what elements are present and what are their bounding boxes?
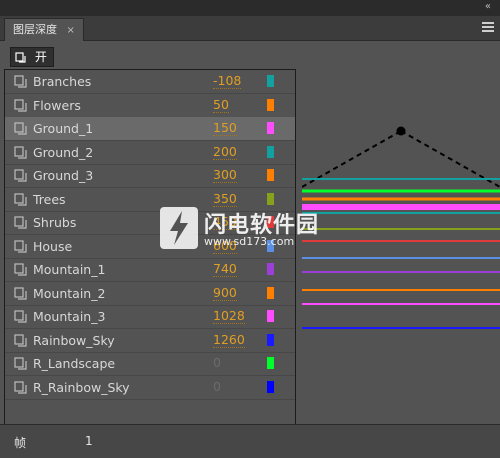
layer-name: R_Rainbow_Sky — [33, 379, 130, 395]
collapse-panel-icon[interactable]: « — [485, 1, 491, 12]
layer-name: Rainbow_Sky — [33, 332, 115, 348]
layer-stack-icon — [15, 51, 26, 63]
layer-icon — [14, 192, 27, 206]
toggle-label: 开 — [34, 50, 47, 64]
layer-color-swatch[interactable] — [267, 286, 274, 299]
layer-icon — [14, 75, 27, 88]
layer-icon — [14, 122, 27, 135]
layer-color-swatch[interactable] — [267, 75, 274, 87]
layer-name: Ground_1 — [33, 121, 94, 136]
layer-row[interactable]: Flowers 50 — [5, 94, 295, 118]
layer-row[interactable]: Mountain_2 900 — [5, 282, 295, 306]
layer-depth-value[interactable]: 740 — [213, 262, 237, 277]
camera-point — [396, 126, 406, 136]
layer-row[interactable]: Mountain_3 1028 — [5, 305, 295, 329]
layer-icon — [14, 169, 27, 182]
layer-icon — [14, 310, 27, 323]
watermark-url: www.sd173.com — [204, 235, 295, 248]
layer-name: House — [33, 238, 73, 254]
layer-icon — [14, 98, 27, 112]
watermark: 闪电软件园 www.sd173.com — [160, 207, 330, 251]
toolbar: 开 — [0, 41, 500, 67]
depth-preview — [302, 69, 500, 423]
layer-name: R_Landscape — [33, 356, 116, 371]
layer-depth-value[interactable]: 0 — [213, 356, 221, 371]
layer-color-swatch[interactable] — [267, 333, 274, 346]
status-bar: 帧 1 — [0, 424, 500, 458]
close-tab-icon[interactable]: × — [67, 25, 75, 36]
layer-depth-toggle-button[interactable]: 开 — [10, 47, 54, 67]
layer-icon — [14, 333, 27, 347]
layer-row[interactable]: Mountain_1 740 — [5, 258, 295, 282]
layer-row[interactable]: Ground_3 300 — [5, 164, 295, 188]
layer-name: Mountain_1 — [33, 262, 106, 277]
layer-depth-value[interactable]: 150 — [213, 121, 237, 136]
layer-color-swatch[interactable] — [267, 310, 274, 322]
frame-label: 帧 — [14, 436, 27, 450]
layer-row[interactable]: R_Rainbow_Sky 0 — [5, 376, 295, 400]
layer-name: Mountain_3 — [33, 309, 106, 324]
layer-depth-value[interactable]: 1028 — [213, 309, 245, 324]
layer-depth-value[interactable]: 300 — [213, 168, 237, 183]
layer-color-swatch[interactable] — [267, 263, 274, 275]
panel-tab-bar: 图层深度 × — [0, 16, 500, 41]
layer-icon — [14, 263, 27, 276]
layer-icon — [14, 145, 27, 159]
layer-name: Branches — [33, 74, 92, 89]
layer-depth-value[interactable]: 0 — [213, 379, 221, 395]
panel-top-strip: « — [0, 0, 500, 16]
tab-title: 图层深度 — [13, 23, 57, 36]
layer-color-swatch[interactable] — [267, 122, 274, 134]
layer-depth-value[interactable]: 900 — [213, 285, 237, 301]
layer-name: Ground_3 — [33, 168, 94, 183]
layer-icon — [14, 357, 27, 370]
layer-color-swatch[interactable] — [267, 169, 274, 181]
layer-name: Trees — [33, 191, 66, 207]
lightning-logo-icon — [160, 207, 198, 249]
layer-name: Mountain_2 — [33, 285, 106, 301]
layer-name: Flowers — [33, 97, 81, 113]
layer-depth-value[interactable]: 50 — [213, 97, 229, 113]
layer-depth-value[interactable]: 1260 — [213, 332, 245, 348]
layer-row[interactable]: R_Landscape 0 — [5, 352, 295, 376]
layer-row[interactable]: Ground_2 200 — [5, 141, 295, 165]
layer-color-swatch[interactable] — [267, 192, 274, 205]
layer-depth-value[interactable]: 350 — [213, 191, 237, 207]
layer-color-swatch[interactable] — [267, 357, 274, 369]
layer-row[interactable]: Ground_1 150 — [5, 117, 295, 141]
layer-icon — [14, 286, 27, 300]
layer-color-swatch[interactable] — [267, 98, 274, 111]
layer-color-swatch[interactable] — [267, 145, 274, 158]
layer-name: Shrubs — [33, 215, 77, 230]
layer-row[interactable]: Branches -108 — [5, 70, 295, 94]
layer-row[interactable]: Rainbow_Sky 1260 — [5, 329, 295, 353]
tab-layer-depth[interactable]: 图层深度 × — [4, 18, 84, 41]
layer-name: Ground_2 — [33, 144, 94, 160]
layer-depth-value[interactable]: 200 — [213, 144, 237, 160]
layer-depth-value[interactable]: -108 — [213, 74, 242, 89]
layer-icon — [14, 380, 27, 394]
panel-menu-icon[interactable] — [482, 22, 494, 34]
layer-color-swatch[interactable] — [267, 380, 274, 393]
layer-icon — [14, 239, 27, 253]
depth-preview-graph — [302, 126, 500, 329]
layer-icon — [14, 216, 27, 229]
frame-value: 1 — [85, 434, 93, 448]
